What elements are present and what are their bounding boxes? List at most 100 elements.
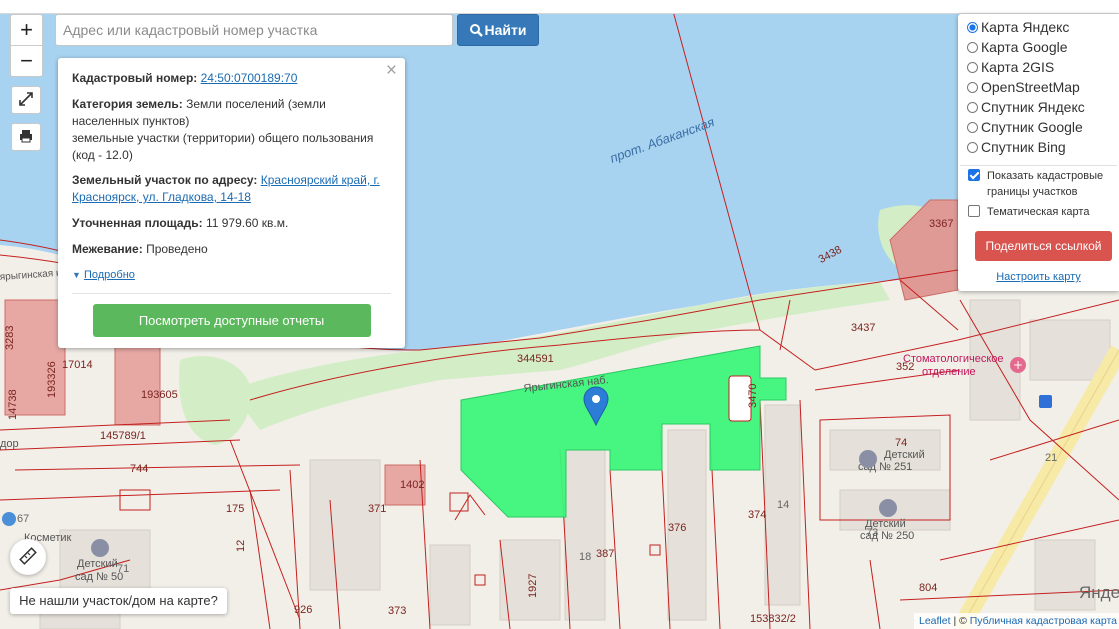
printer-icon bbox=[20, 130, 32, 143]
label-kg50-b: сад № 50 bbox=[75, 571, 123, 583]
zoom-in-button[interactable]: + bbox=[11, 15, 42, 45]
divider bbox=[960, 165, 1117, 166]
label-14: 14 bbox=[777, 499, 789, 511]
layer-option-google-map[interactable]: Карта Google bbox=[967, 37, 1068, 57]
kindergarten-icon bbox=[879, 499, 897, 517]
label-374: 374 bbox=[748, 509, 766, 521]
label-344591: 344591 bbox=[517, 353, 554, 365]
label-1402: 1402 bbox=[400, 479, 424, 491]
ruler-icon bbox=[19, 547, 37, 565]
details-link[interactable]: Подробно bbox=[84, 269, 135, 281]
layer-option-label: Спутник Google bbox=[981, 119, 1083, 135]
label-804: 804 bbox=[919, 582, 937, 594]
layer-option-label: Карта 2GIS bbox=[981, 59, 1055, 75]
share-link-button[interactable]: Поделиться ссылкой bbox=[975, 231, 1112, 261]
layer-option-label: Карта Яндекс bbox=[981, 19, 1070, 35]
expand-icon bbox=[19, 92, 33, 106]
caret-down-icon: ▼ bbox=[72, 270, 81, 280]
checkbox-checked-icon bbox=[968, 169, 980, 181]
label-3437: 3437 bbox=[851, 322, 875, 334]
leaflet-link[interactable]: Leaflet bbox=[919, 615, 951, 627]
pkk-link[interactable]: Публичная кадастровая карта bbox=[970, 615, 1117, 627]
show-cadastral-checkbox[interactable]: Показать кадастровые границы участков bbox=[968, 168, 1108, 200]
zoom-out-button[interactable]: − bbox=[11, 45, 42, 76]
poi-icon bbox=[2, 512, 16, 526]
radio-icon bbox=[967, 22, 978, 33]
label-74: 74 bbox=[895, 437, 907, 449]
layer-option-yandex-map[interactable]: Карта Яндекс bbox=[967, 17, 1069, 37]
label-kg250-b: сад № 250 bbox=[860, 530, 914, 542]
radio-icon bbox=[967, 82, 978, 93]
cadastral-number-link[interactable]: 24:50:0700189:70 bbox=[201, 71, 298, 85]
radio-icon bbox=[967, 62, 978, 73]
not-found-button[interactable]: Не нашли участок/дом на карте? bbox=[10, 588, 227, 614]
fullscreen-button[interactable] bbox=[11, 86, 41, 114]
radio-icon bbox=[967, 142, 978, 153]
label-21: 21 bbox=[1045, 452, 1057, 464]
thematic-map-label: Тематическая карта bbox=[987, 206, 1090, 218]
label-193605: 193605 bbox=[141, 389, 178, 401]
layer-option-label: OpenStreetMap bbox=[981, 79, 1080, 95]
label-kg251-a: Детский bbox=[884, 449, 925, 461]
attribution-separator: | © bbox=[953, 615, 967, 627]
label-dental-2: отделение bbox=[922, 366, 976, 378]
label-371: 371 bbox=[368, 503, 386, 515]
layer-switcher-panel: Карта Яндекс Карта Google Карта 2GIS Ope… bbox=[958, 14, 1119, 291]
configure-map-link[interactable]: Настроить карту bbox=[958, 271, 1119, 283]
kindergarten-icon bbox=[859, 450, 877, 468]
label-387: 387 bbox=[596, 548, 614, 560]
label-926: 926 bbox=[294, 604, 312, 616]
layer-option-label: Спутник Bing bbox=[981, 139, 1066, 155]
label-kg50-a: Детский bbox=[77, 558, 118, 570]
layer-option-2gis-map[interactable]: Карта 2GIS bbox=[967, 57, 1054, 77]
top-bar bbox=[0, 0, 1119, 14]
close-icon[interactable]: × bbox=[386, 61, 397, 80]
category-use: земельные участки (территории) общего по… bbox=[72, 131, 374, 162]
checkbox-icon bbox=[968, 205, 980, 217]
label-67: 67 bbox=[17, 513, 29, 525]
label-193326: 193326 bbox=[46, 361, 58, 398]
radio-icon bbox=[967, 42, 978, 53]
label-dental: Стоматологическое bbox=[903, 353, 1004, 365]
layer-option-label: Спутник Яндекс bbox=[981, 99, 1085, 115]
attribution: Leaflet | © Публичная кадастровая карта bbox=[913, 613, 1119, 629]
print-button[interactable] bbox=[11, 123, 41, 151]
label-1927: 1927 bbox=[527, 574, 539, 598]
label-373: 373 bbox=[388, 605, 406, 617]
cadastral-label: Кадастровый номер: bbox=[72, 71, 198, 85]
area-label: Уточненная площадь: bbox=[72, 216, 203, 230]
label-17014: 17014 bbox=[62, 359, 93, 371]
layer-option-google-sat[interactable]: Спутник Google bbox=[967, 117, 1083, 137]
layer-option-osm[interactable]: OpenStreetMap bbox=[967, 77, 1080, 97]
category-label: Категория земель: bbox=[72, 97, 183, 111]
show-cadastral-label: Показать кадастровые границы участков bbox=[987, 170, 1104, 198]
kindergarten-icon bbox=[91, 539, 109, 557]
label-744: 744 bbox=[130, 463, 148, 475]
survey-value: Проведено bbox=[146, 242, 208, 256]
search-icon bbox=[469, 24, 483, 37]
label-kg250-a: Детский bbox=[865, 518, 906, 530]
view-reports-button[interactable]: Посмотреть доступные отчеты bbox=[92, 304, 371, 337]
svg-text:+: + bbox=[1013, 358, 1023, 372]
layer-option-yandex-sat[interactable]: Спутник Яндекс bbox=[967, 97, 1085, 117]
label-3470: 3470 bbox=[747, 384, 759, 408]
radio-icon bbox=[967, 122, 978, 133]
address-label: Земельный участок по адресу: bbox=[72, 173, 258, 187]
label-145789-1: 145789/1 bbox=[100, 430, 146, 442]
label-175: 175 bbox=[226, 503, 244, 515]
label-153832-2: 153832/2 bbox=[750, 613, 796, 625]
label-3367: 3367 bbox=[929, 218, 953, 230]
search-input[interactable] bbox=[55, 14, 453, 46]
ruler-button[interactable] bbox=[10, 539, 46, 575]
parcel-info-popup: × Кадастровый номер: 24:50:0700189:70 Ка… bbox=[58, 58, 405, 348]
zoom-control: + − bbox=[10, 14, 43, 77]
survey-label: Межевание: bbox=[72, 242, 143, 256]
label-3283: 3283 bbox=[4, 326, 16, 350]
area-value: 11 979.60 кв.м. bbox=[205, 216, 289, 230]
search-button[interactable]: Найти bbox=[457, 14, 539, 46]
thematic-map-checkbox[interactable]: Тематическая карта bbox=[968, 204, 1108, 220]
label-18: 18 bbox=[579, 551, 591, 563]
layer-option-bing-sat[interactable]: Спутник Bing bbox=[967, 137, 1066, 157]
radio-icon bbox=[967, 102, 978, 113]
label-edge-left: дор bbox=[0, 438, 19, 450]
